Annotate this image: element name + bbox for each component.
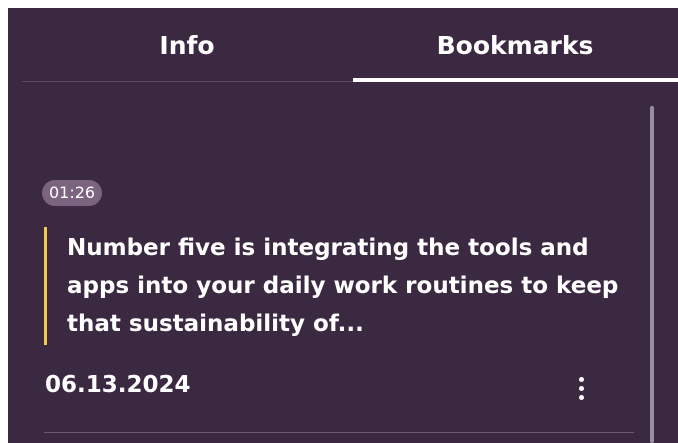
quote-accent-bar bbox=[44, 227, 47, 345]
bookmark-divider bbox=[44, 432, 634, 433]
menu-dot bbox=[578, 376, 584, 382]
tab-bookmarks[interactable]: Bookmarks bbox=[352, 8, 678, 82]
active-tab-indicator bbox=[353, 78, 678, 82]
tab-bookmarks-label: Bookmarks bbox=[436, 30, 594, 60]
tab-info[interactable]: Info bbox=[22, 8, 352, 82]
bookmark-date: 06.13.2024 bbox=[45, 372, 191, 398]
more-vertical-icon[interactable] bbox=[566, 368, 596, 408]
timestamp-badge[interactable]: 01:26 bbox=[42, 180, 103, 206]
tab-info-label: Info bbox=[159, 30, 215, 60]
menu-dot bbox=[578, 394, 584, 400]
bookmark-item[interactable]: 01:26 Number five is integrating the too… bbox=[8, 168, 644, 443]
bookmark-text: Number five is integrating the tools and… bbox=[67, 235, 619, 337]
tab-bar: Info Bookmarks bbox=[8, 8, 678, 82]
menu-dot bbox=[578, 385, 584, 391]
scrollbar[interactable] bbox=[650, 106, 654, 443]
bookmarks-panel: Info Bookmarks 01:26 Number five is inte… bbox=[8, 8, 678, 443]
